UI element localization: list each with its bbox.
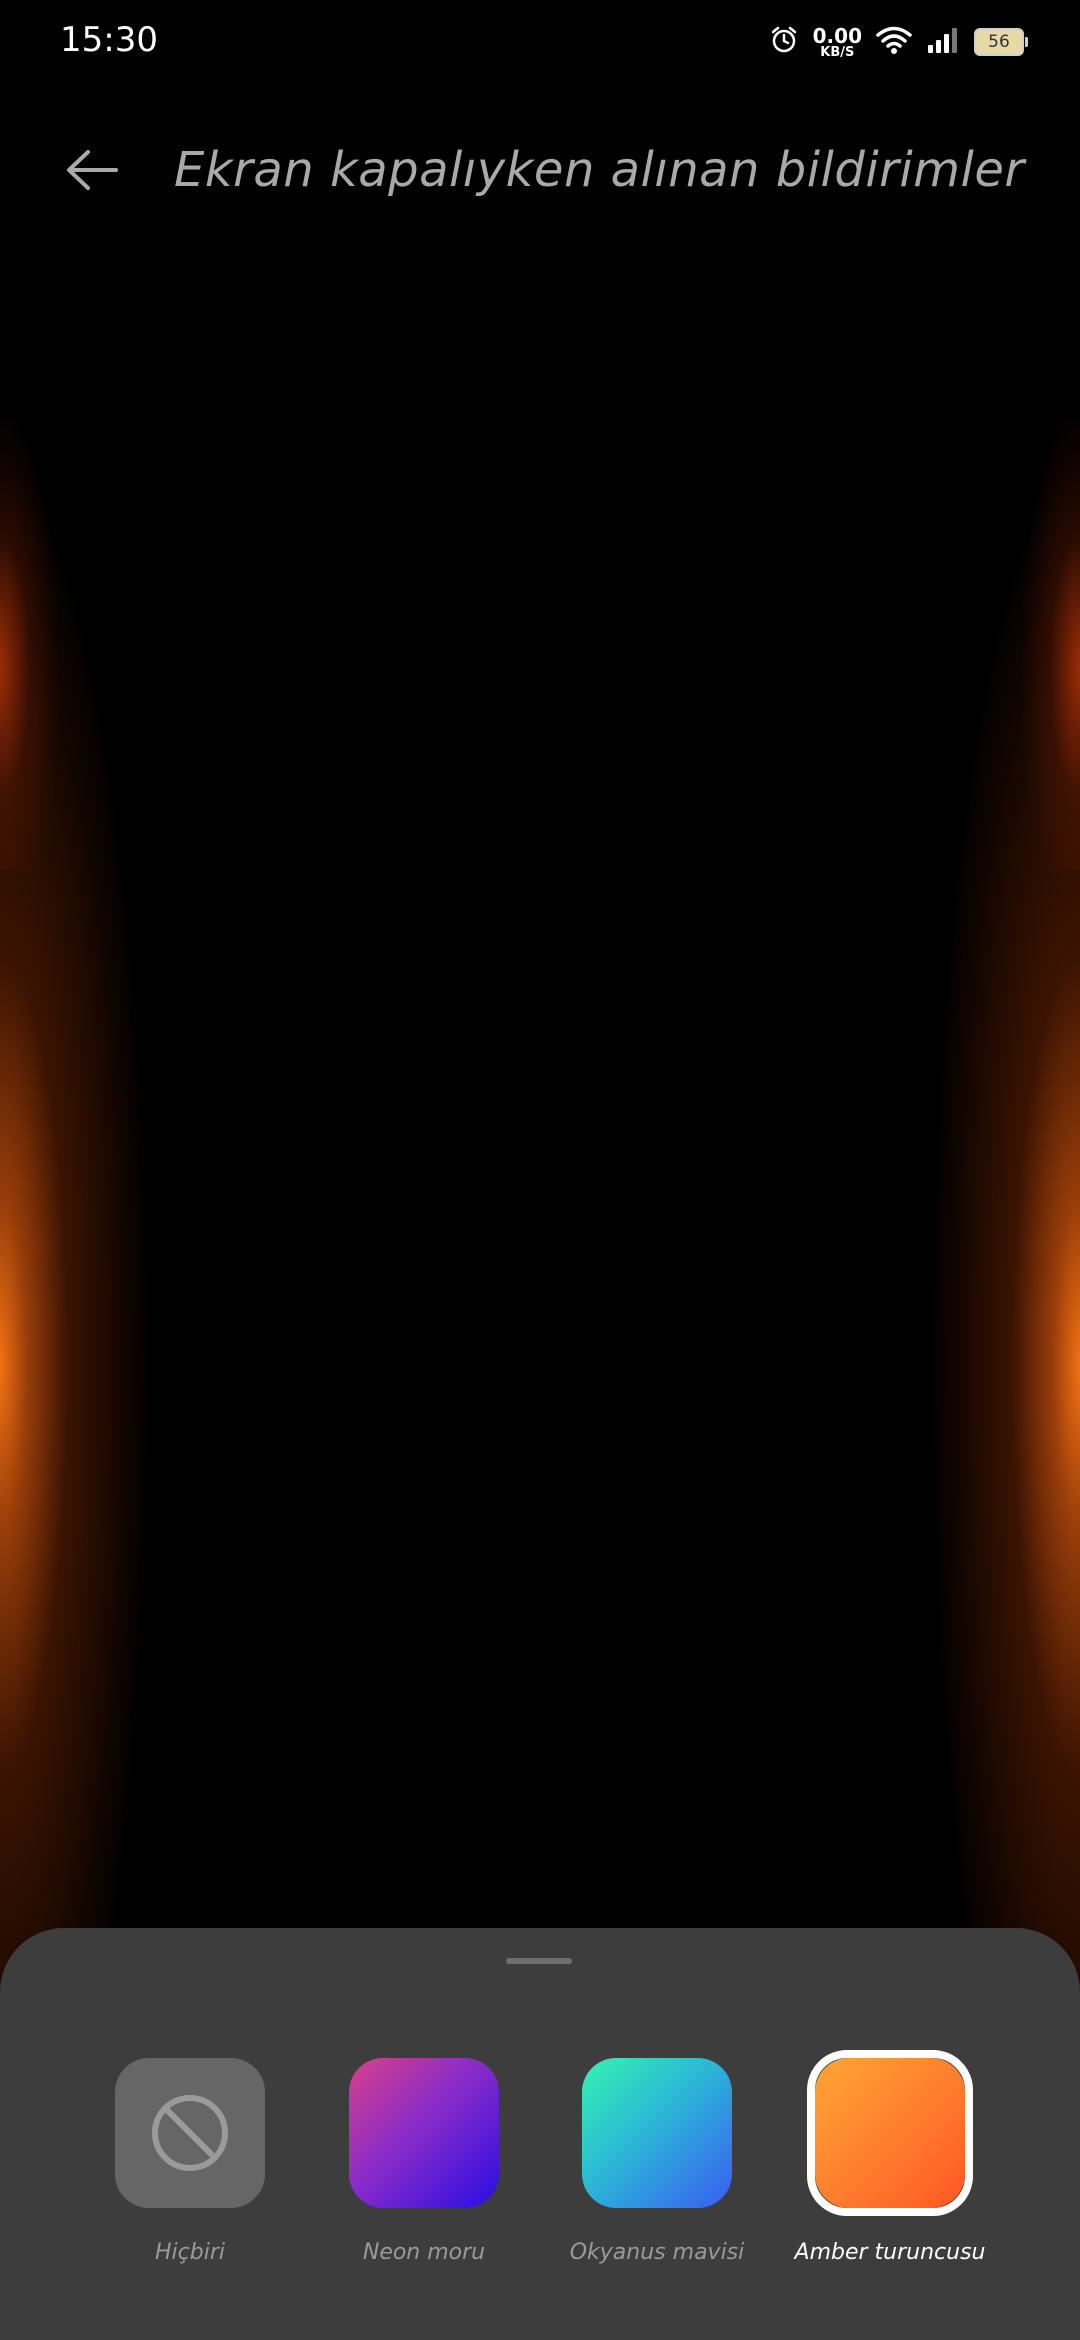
- status-time: 15:30: [60, 20, 158, 60]
- option-none-swatch[interactable]: [115, 2058, 265, 2208]
- option-none[interactable]: Hiçbiri: [74, 2028, 306, 2288]
- battery-icon: 56: [974, 28, 1028, 56]
- edge-glow-right-accent: [1020, 420, 1080, 870]
- back-arrow-icon: [67, 150, 118, 190]
- edge-glow-left: [0, 380, 150, 2080]
- color-options: Hiçbiri Neon moru Okyanus mavisi Amber t…: [0, 2028, 1080, 2288]
- signal-icon: [926, 25, 960, 59]
- status-icons: 0.00 KB/S 56: [769, 22, 1028, 62]
- option-ocean-blue-swatch[interactable]: [582, 2058, 732, 2208]
- option-amber-orange-swatch[interactable]: [815, 2058, 965, 2208]
- option-label: Neon moru: [362, 2240, 486, 2265]
- option-neon-purple[interactable]: Neon moru: [308, 2028, 540, 2288]
- wifi-icon: [876, 25, 912, 59]
- network-speed-unit: KB/S: [820, 44, 855, 60]
- page-title: Ekran kapalıyken alınan bildirimler: [174, 142, 1025, 198]
- edge-glow-right: [930, 380, 1080, 2080]
- alarm-icon: [769, 25, 799, 59]
- network-speed-value: 0.00: [812, 23, 862, 48]
- network-speed: 0.00 KB/S: [813, 26, 862, 59]
- screen: 15:30 0.00 KB/S 56 Ekran kapalıyken alın…: [0, 0, 1080, 2340]
- back-button[interactable]: [60, 140, 124, 200]
- edge-glow-left-accent: [0, 420, 60, 870]
- status-bar: 15:30 0.00 KB/S 56: [0, 0, 1080, 80]
- option-neon-purple-swatch[interactable]: [349, 2058, 499, 2208]
- color-picker-sheet: Hiçbiri Neon moru Okyanus mavisi Amber t…: [0, 1928, 1080, 2340]
- option-label: Amber turuncusu: [794, 2240, 986, 2265]
- option-amber-orange[interactable]: Amber turuncusu: [774, 2028, 1006, 2288]
- sheet-handle[interactable]: [506, 1958, 572, 1964]
- option-ocean-blue[interactable]: Okyanus mavisi: [541, 2028, 773, 2288]
- no-symbol-icon: [152, 2095, 228, 2171]
- option-label: Hiçbiri: [155, 2240, 225, 2265]
- option-label: Okyanus mavisi: [569, 2240, 745, 2265]
- header: Ekran kapalıyken alınan bildirimler: [0, 130, 1080, 210]
